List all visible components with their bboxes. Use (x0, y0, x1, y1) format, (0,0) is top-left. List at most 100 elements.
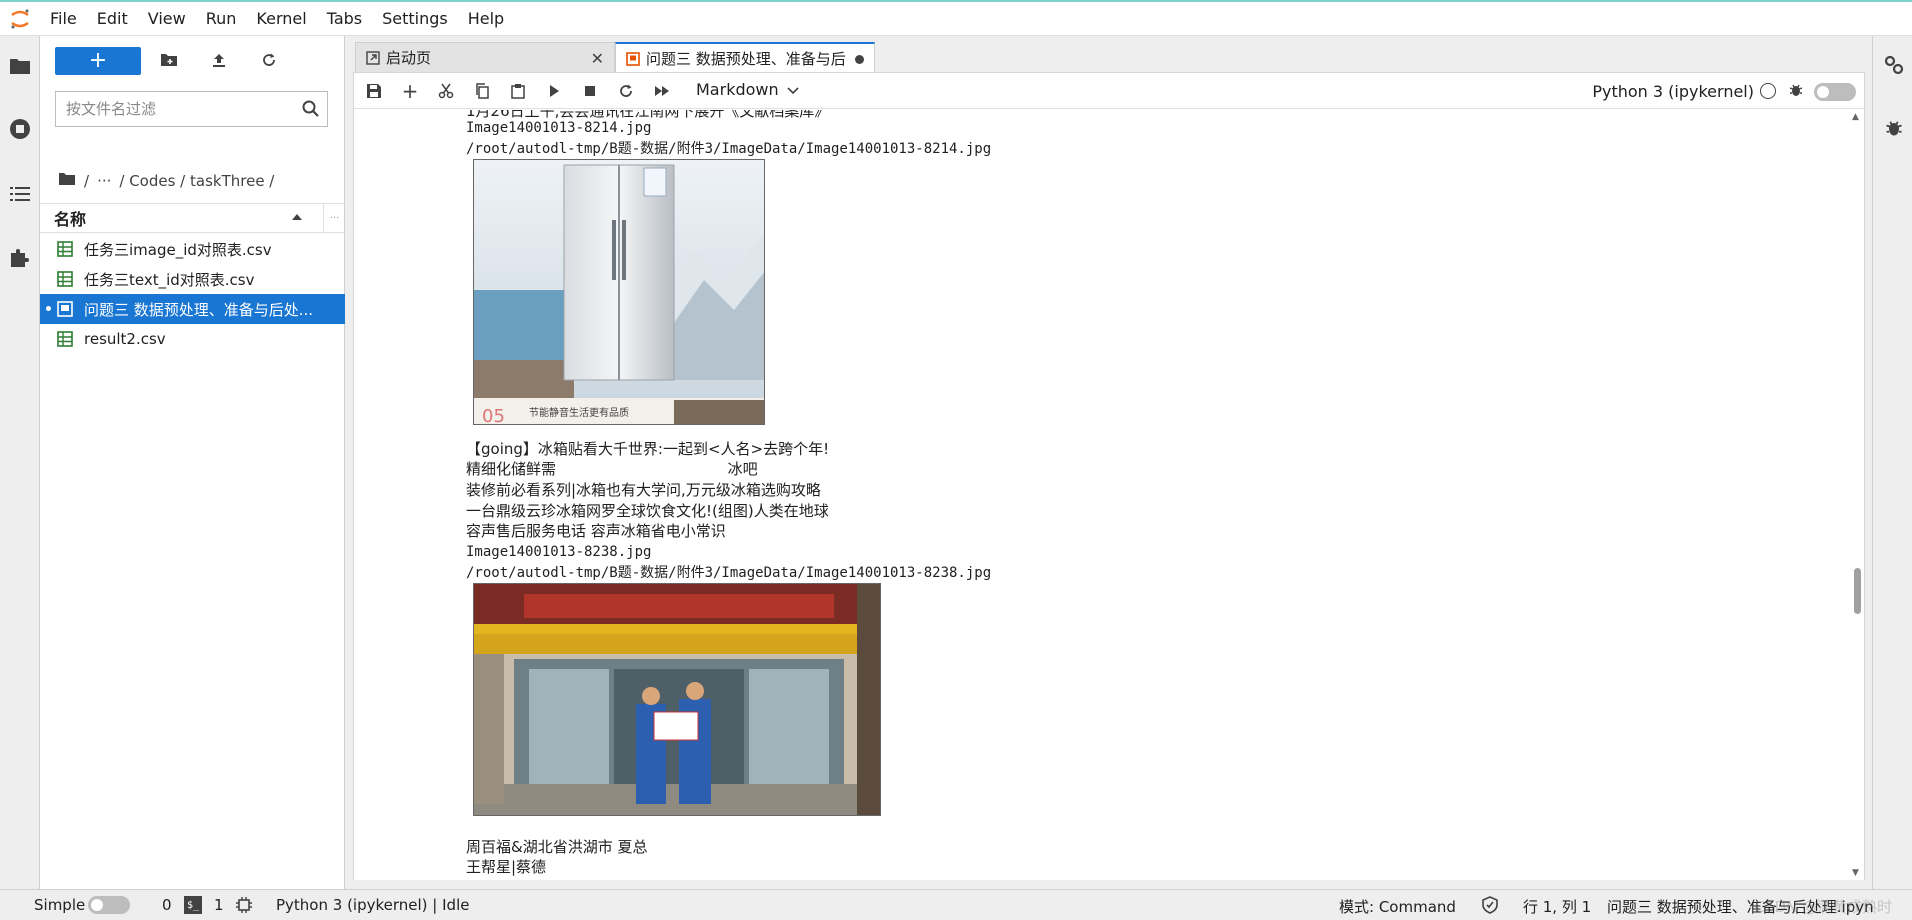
kernel-count[interactable]: 1 (214, 896, 224, 914)
cut-icon[interactable] (436, 81, 456, 101)
menu-file[interactable]: File (40, 2, 87, 36)
left-activity-bar (0, 36, 40, 889)
output-image-refrigerator: 05 节能静音生活更有品质 (473, 159, 765, 425)
save-icon[interactable] (364, 81, 384, 101)
terminal-count[interactable]: 0 (162, 896, 172, 914)
new-folder-icon[interactable] (158, 49, 180, 71)
breadcrumb-path[interactable]: / Codes / taskThree / (119, 172, 274, 190)
debugger-sidebar-icon[interactable] (1884, 118, 1904, 142)
right-sidebar (1872, 36, 1912, 889)
cursor-position[interactable]: 行 1, 列 1 (1523, 896, 1591, 917)
kernel-status[interactable]: Python 3 (ipykernel) | Idle (276, 896, 469, 914)
file-list-header: 名称 ··· (40, 203, 345, 233)
insert-cell-icon[interactable]: + (400, 79, 420, 103)
folder-icon[interactable] (8, 54, 32, 78)
menu-tabs[interactable]: Tabs (317, 2, 372, 36)
copy-icon[interactable] (472, 81, 492, 101)
stop-icon[interactable] (580, 81, 600, 101)
file-row-selected[interactable]: 问题三 数据预处理、准备与后处... (40, 294, 345, 324)
fast-forward-icon[interactable] (652, 81, 672, 101)
file-filter-field[interactable] (55, 91, 328, 127)
csv-file-icon (57, 331, 73, 347)
running-indicator (46, 306, 51, 311)
output-text-line: 周百福&湖北省洪湖市 夏总 (466, 838, 648, 856)
watermark-text: CSDN @蒲黄成熟时 (1754, 898, 1892, 916)
tab-label: 问题三 数据预处理、准备与后 (646, 50, 846, 68)
file-name: 问题三 数据预处理、准备与后处... (84, 300, 314, 319)
upload-icon[interactable] (208, 49, 230, 71)
file-name: result2.csv (84, 330, 166, 348)
table-of-contents-icon[interactable] (8, 182, 32, 206)
paste-icon[interactable] (508, 81, 528, 101)
running-sessions-icon[interactable] (8, 117, 32, 141)
extension-manager-icon[interactable] (8, 246, 32, 270)
vertical-scrollbar[interactable]: ▲ ▼ (1850, 110, 1864, 880)
unsaved-dot-icon[interactable] (855, 55, 864, 64)
notebook-output-area: 1月26日上午,芸芸通讯在江南网下展开《文献档案库》 Image14001013… (354, 110, 1864, 880)
output-image-path: /root/autodl-tmp/B题-数据/附件3/ImageData/Ima… (466, 565, 992, 581)
debugger-icon[interactable] (1788, 82, 1804, 102)
menu-view[interactable]: View (138, 2, 196, 36)
launcher-icon (366, 51, 380, 65)
menu-edit[interactable]: Edit (87, 2, 138, 36)
search-icon (301, 99, 321, 123)
output-text-line: 一台鼎级云珍冰箱网罗全球饮食文化!(组图)人类在地球 (466, 502, 829, 520)
notebook-file-icon (57, 301, 73, 317)
notebook-toolbar: + Markdown Python 3 (ipykernel) (354, 73, 1864, 109)
close-icon[interactable]: ✕ (591, 49, 604, 68)
simple-mode-label: Simple (34, 896, 86, 914)
column-name-header[interactable]: 名称 (54, 206, 86, 230)
scrollbar-thumb[interactable] (1854, 568, 1861, 614)
breadcrumb-ellipsis[interactable]: ··· (97, 172, 111, 190)
cell-type-select[interactable]: Markdown (696, 80, 799, 99)
breadcrumb-root-sep: / (84, 172, 90, 190)
status-bar: Simple 0 $_ 1 Python 3 (ipykernel) | Idl… (0, 889, 1912, 920)
restart-kernel-icon[interactable] (616, 81, 636, 101)
output-text-line: 【going】冰箱贴看大千世界:一起到<人名>去跨个年! (466, 440, 830, 458)
refresh-icon[interactable] (258, 49, 280, 71)
chevron-down-icon (787, 80, 799, 99)
tab-launcher[interactable]: 启动页 ✕ (355, 42, 615, 72)
kernel-name-button[interactable]: Python 3 (ipykernel) (1592, 82, 1754, 101)
simple-mode-toggle[interactable] (88, 896, 130, 914)
terminal-icon[interactable]: $_ (184, 896, 202, 914)
home-folder-icon[interactable] (58, 172, 76, 190)
notebook-panel: + Markdown Python 3 (ipykernel) 1月26日上午,… (353, 72, 1865, 880)
cell-type-value: Markdown (696, 80, 779, 99)
menu-settings[interactable]: Settings (372, 2, 458, 36)
refrigerator-image-caption: 节能静音生活更有品质 (529, 406, 629, 419)
scroll-down-icon[interactable]: ▼ (1852, 868, 1859, 878)
kernel-chip-icon[interactable] (235, 896, 253, 918)
breadcrumb: / ··· / Codes / taskThree / (58, 172, 274, 190)
menu-help[interactable]: Help (458, 2, 514, 36)
sort-ascending-icon[interactable] (290, 210, 304, 228)
trust-shield-icon[interactable] (1481, 896, 1499, 918)
file-row[interactable]: 任务三image_id对照表.csv (40, 234, 345, 264)
csv-file-icon (57, 271, 73, 287)
output-image-name: Image14001013-8214.jpg (466, 120, 652, 136)
property-inspector-icon[interactable] (1883, 54, 1905, 80)
csv-file-icon (57, 241, 73, 257)
file-row[interactable]: 任务三text_id对照表.csv (40, 264, 345, 294)
column-resize-handle[interactable]: ··· (323, 204, 345, 232)
tab-notebook[interactable]: 问题三 数据预处理、准备与后 (615, 42, 875, 73)
run-icon[interactable] (544, 81, 564, 101)
file-name: 任务三text_id对照表.csv (84, 270, 255, 289)
output-text-line: 容声售后服务电话 容声冰箱省电小常识 (466, 522, 726, 540)
debugger-toggle[interactable] (1814, 83, 1856, 101)
new-launcher-button[interactable]: + (55, 47, 141, 75)
scroll-up-icon[interactable]: ▲ (1852, 112, 1859, 122)
file-filter-input[interactable] (56, 92, 286, 126)
file-browser: + / ··· / Codes / taskThree / 名称 ··· (40, 36, 345, 889)
file-name: 任务三image_id对照表.csv (84, 240, 272, 259)
menu-kernel[interactable]: Kernel (246, 2, 316, 36)
tab-label: 启动页 (386, 49, 432, 67)
main-area: 启动页 ✕ 问题三 数据预处理、准备与后 + Markdown Python 3… (345, 36, 1872, 889)
file-row[interactable]: result2.csv (40, 324, 345, 354)
notebook-icon (626, 52, 640, 66)
command-mode-indicator: 模式: Command (1339, 898, 1456, 916)
kernel-idle-status-icon (1760, 83, 1776, 99)
menu-bar: File Edit View Run Kernel Tabs Settings … (0, 0, 1912, 36)
output-text-line: 王帮星|蔡德 (466, 858, 547, 876)
menu-run[interactable]: Run (196, 2, 247, 36)
